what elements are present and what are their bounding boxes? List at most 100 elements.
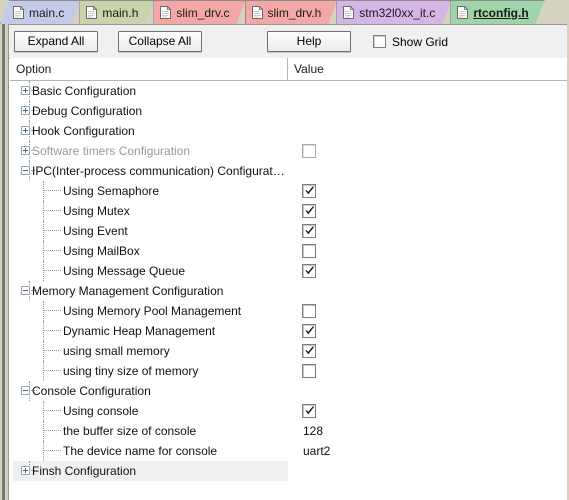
tree-row-option-cell[interactable]: Console Configuration [10,381,288,401]
checkbox-unchecked-icon[interactable] [302,144,316,158]
tree-row[interactable]: Using Semaphore [10,181,567,201]
tree-row[interactable]: Console Configuration [10,381,567,401]
tree-row[interactable]: Memory Management Configuration [10,281,567,301]
tree-row-value-cell[interactable]: uart2 [288,441,567,461]
column-header-value[interactable]: Value [288,58,567,80]
tree-row[interactable]: the buffer size of console 128 [10,421,567,441]
tree-row[interactable]: Using MailBox [10,241,567,261]
tree-row-option-cell[interactable]: Hook Configuration [10,121,288,141]
expand-node-icon[interactable] [21,86,30,95]
tree-row-value-cell[interactable] [288,281,567,301]
tree-row-option-cell[interactable]: Using Message Queue [10,261,288,281]
help-button[interactable]: Help [267,31,351,52]
expand-node-icon[interactable] [21,126,30,135]
file-tab-stm32l0xx-it-c[interactable]: stm32l0xx_it.c [336,0,451,24]
tree-row-option-cell[interactable]: Finsh Configuration [10,461,288,481]
tree-row-value-text[interactable]: uart2 [303,441,330,461]
tree-row-option-cell[interactable]: Using MailBox [10,241,288,261]
tab-body[interactable]: slim_drv.h [245,0,338,24]
tree-row[interactable]: Using console [10,401,567,421]
tree-row[interactable]: Finsh Configuration [10,461,567,481]
tab-body[interactable]: rtconfig.h [450,0,544,24]
expand-node-icon[interactable] [21,106,30,115]
checkbox-checked-icon[interactable] [302,184,316,198]
tab-body[interactable]: main.h [79,0,154,24]
collapse-node-icon[interactable] [21,166,30,175]
checkbox-icon[interactable] [373,35,386,48]
tree-row-value-cell[interactable] [288,141,567,161]
tree-row-value-cell[interactable] [288,241,567,261]
tree-row-value-cell[interactable] [288,401,567,421]
tree-row[interactable]: Using Message Queue [10,261,567,281]
tree-row[interactable]: Dynamic Heap Management [10,321,567,341]
tree-row-option-cell[interactable]: using small memory [10,341,288,361]
collapse-all-button[interactable]: Collapse All [118,31,202,52]
file-tab-main-c[interactable]: main.c [0,0,80,24]
tab-body[interactable]: slim_drv.c [153,0,245,24]
file-tab-slim-drv-c[interactable]: slim_drv.c [153,0,245,24]
tree-row-option-cell[interactable]: Debug Configuration [10,101,288,121]
tree-row-value-cell[interactable] [288,81,567,101]
tree-row[interactable]: Basic Configuration [10,81,567,101]
tree-row[interactable]: using tiny size of memory [10,361,567,381]
checkbox-unchecked-icon[interactable] [302,304,316,318]
tree-row-option-cell[interactable]: Dynamic Heap Management [10,321,288,341]
expand-node-icon[interactable] [21,146,30,155]
checkbox-checked-icon[interactable] [302,264,316,278]
tree-row-option-cell[interactable]: IPC(Inter-process communication) Configu… [10,161,288,181]
checkbox-checked-icon[interactable] [302,224,316,238]
tree-row-value-cell[interactable] [288,321,567,341]
tab-body[interactable]: stm32l0xx_it.c [336,0,451,24]
tree-row-option-cell[interactable]: the buffer size of console [10,421,288,441]
tree-row-value-cell[interactable] [288,301,567,321]
checkbox-unchecked-icon[interactable] [302,364,316,378]
tree-row[interactable]: Software timers Configuration [10,141,567,161]
checkbox-checked-icon[interactable] [302,204,316,218]
tree-row[interactable]: Debug Configuration [10,101,567,121]
tree-row-value-cell[interactable] [288,361,567,381]
collapse-node-icon[interactable] [21,386,30,395]
checkbox-checked-icon[interactable] [302,324,316,338]
checkbox-checked-icon[interactable] [302,344,316,358]
file-tab-rtconfig-h[interactable]: rtconfig.h [450,0,544,24]
file-tab-main-h[interactable]: main.h [79,0,154,24]
tree-row[interactable]: Using Event [10,221,567,241]
tree-row-value-cell[interactable] [288,341,567,361]
column-header-option[interactable]: Option [10,58,288,80]
show-grid-checkbox[interactable]: Show Grid [373,35,448,49]
tree-row[interactable]: Hook Configuration [10,121,567,141]
tree-row-value-cell[interactable] [288,101,567,121]
tree-row-option-cell[interactable]: using tiny size of memory [10,361,288,381]
tree-row[interactable]: The device name for console uart2 [10,441,567,461]
tree-row[interactable]: IPC(Inter-process communication) Configu… [10,161,567,181]
tree-row-value-cell[interactable] [288,161,567,181]
checkbox-checked-icon[interactable] [302,404,316,418]
expand-node-icon[interactable] [21,466,30,475]
tree-row-option-cell[interactable]: Using console [10,401,288,421]
tree-row-value-cell[interactable] [288,221,567,241]
tree-row-value-cell[interactable] [288,121,567,141]
tree-row-value-cell[interactable] [288,461,567,481]
tree-row-option-cell[interactable]: Using Mutex [10,201,288,221]
tree-row-value-text[interactable]: 128 [303,421,323,441]
tree-row[interactable]: Using Memory Pool Management [10,301,567,321]
tree-row[interactable]: Using Mutex [10,201,567,221]
tree-row-value-cell[interactable] [288,201,567,221]
tree-row-option-cell[interactable]: Basic Configuration [10,81,288,101]
tree-row-option-cell[interactable]: Using Memory Pool Management [10,301,288,321]
tree-row-value-cell[interactable] [288,261,567,281]
tree-row-option-cell[interactable]: Memory Management Configuration [10,281,288,301]
tree-row-value-cell[interactable]: 128 [288,421,567,441]
tree-row-option-cell[interactable]: Using Event [10,221,288,241]
tree-row-value-cell[interactable] [288,181,567,201]
checkbox-unchecked-icon[interactable] [302,244,316,258]
tree-row-option-cell[interactable]: Software timers Configuration [10,141,288,161]
tree-row-option-cell[interactable]: Using Semaphore [10,181,288,201]
expand-all-button[interactable]: Expand All [14,31,98,52]
file-tab-slim-drv-h[interactable]: slim_drv.h [245,0,338,24]
tree-row[interactable]: using small memory [10,341,567,361]
tree-row-option-cell[interactable]: The device name for console [10,441,288,461]
collapse-node-icon[interactable] [21,286,30,295]
tree-row-value-cell[interactable] [288,381,567,401]
tab-body[interactable]: main.c [0,0,80,24]
